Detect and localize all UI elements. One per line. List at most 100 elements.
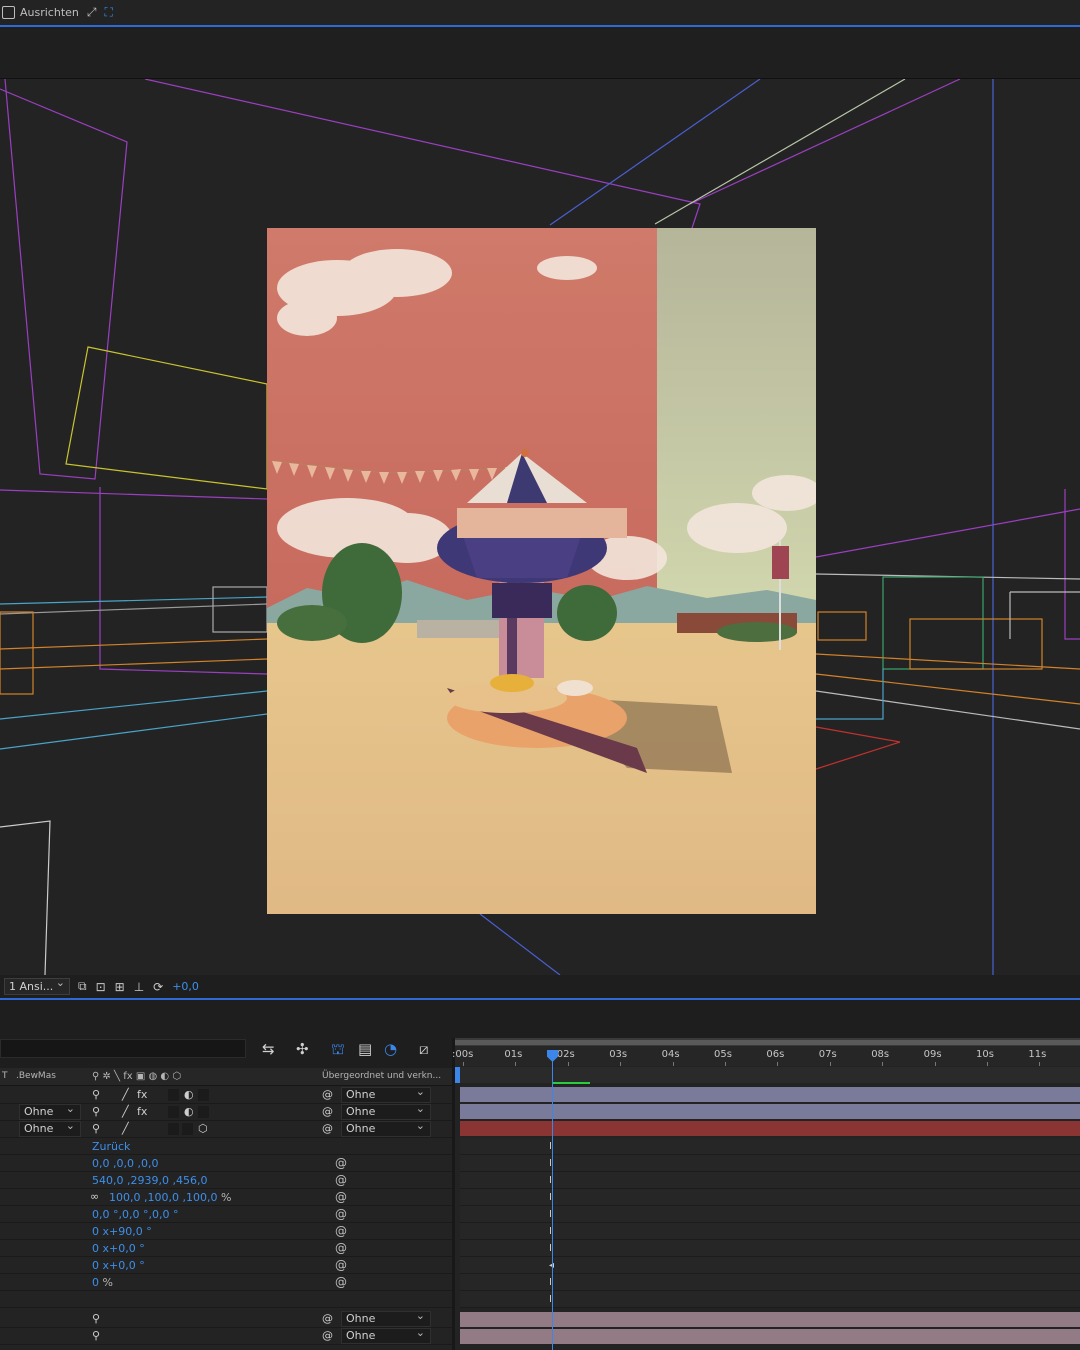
property-row[interactable]: 0 x+0,0 ° @ bbox=[0, 1240, 452, 1257]
exposure-value[interactable]: +0,0 bbox=[172, 980, 199, 993]
property-row[interactable]: Zurück bbox=[0, 1138, 452, 1155]
track-matte-select[interactable]: Ohne bbox=[19, 1119, 81, 1137]
shy-switch-icon[interactable]: ⚲ bbox=[92, 1105, 100, 1118]
parent-select[interactable]: Ohne bbox=[341, 1102, 431, 1120]
property-row[interactable]: 540,0 ,2939,0 ,456,0 @ bbox=[0, 1172, 452, 1189]
work-area-bar[interactable] bbox=[455, 1038, 1080, 1046]
ruler-tick-mark bbox=[725, 1062, 726, 1066]
grid-snap-icon[interactable]: ⛶ bbox=[105, 5, 113, 20]
property-value[interactable]: 540,0 ,2939,0 ,456,0 bbox=[92, 1174, 207, 1187]
adjustment-switch-icon[interactable]: ◐ bbox=[184, 1105, 194, 1118]
track-matte-select[interactable]: Ohne bbox=[19, 1102, 81, 1120]
current-time-indicator-line[interactable] bbox=[552, 1060, 553, 1350]
layer-search-input[interactable] bbox=[0, 1039, 246, 1058]
parent-select[interactable]: Ohne bbox=[341, 1326, 431, 1344]
align-label: Ausrichten bbox=[20, 6, 79, 19]
constrain-proportions-icon[interactable]: ∞ bbox=[90, 1190, 99, 1203]
align-checkbox[interactable] bbox=[2, 6, 15, 19]
switch-box[interactable] bbox=[168, 1089, 179, 1101]
layer-row-5[interactable]: ⚲ @ Ohne bbox=[0, 1326, 452, 1345]
fast-preview-icon[interactable]: ⊡ bbox=[96, 980, 106, 994]
reset-exposure-icon[interactable]: ⟳ bbox=[153, 980, 163, 994]
expression-pickwhip-icon[interactable]: @ bbox=[335, 1224, 347, 1238]
shy-switch-icon[interactable]: ⚲ bbox=[92, 1312, 100, 1325]
ruler-tick-label: 06s bbox=[766, 1049, 785, 1060]
layer-row-4[interactable]: ⚲ @ Ohne bbox=[0, 1309, 452, 1328]
layer-row-3[interactable]: Ohne ⚲ ╱ ⬡ @ Ohne bbox=[0, 1119, 452, 1138]
property-row[interactable]: 0 x+90,0 ° @ bbox=[0, 1223, 452, 1240]
property-value[interactable]: 0,0 °,0,0 °,0,0 ° bbox=[92, 1208, 178, 1221]
layer-bar-1[interactable] bbox=[460, 1087, 1080, 1102]
property-value[interactable]: 0 x+0,0 ° bbox=[92, 1259, 145, 1272]
frame-blending-icon[interactable]: ▤ bbox=[358, 1040, 372, 1058]
motion-blur-icon[interactable]: ◔ bbox=[384, 1040, 397, 1058]
pickwhip-icon[interactable]: @ bbox=[322, 1312, 333, 1325]
property-value[interactable]: 0,0 ,0,0 ,0,0 bbox=[92, 1157, 158, 1170]
expression-pickwhip-icon[interactable]: @ bbox=[335, 1241, 347, 1255]
property-row[interactable]: 0,0 ,0,0 ,0,0 @ bbox=[0, 1155, 452, 1172]
work-area-range[interactable] bbox=[455, 1040, 1080, 1045]
parent-select[interactable]: Ohne bbox=[341, 1309, 431, 1327]
composition-mini-flowchart-icon[interactable]: ⇆ bbox=[262, 1040, 275, 1058]
work-area-start-handle[interactable] bbox=[455, 1067, 460, 1083]
expression-pickwhip-icon[interactable]: @ bbox=[335, 1275, 347, 1289]
effects-switch-icon[interactable]: fx bbox=[137, 1088, 147, 1101]
switch-box[interactable] bbox=[168, 1106, 179, 1118]
layer-bar-5[interactable] bbox=[460, 1329, 1080, 1344]
shy-switch-icon[interactable]: ⚲ bbox=[92, 1329, 100, 1342]
carousel-scene-image bbox=[267, 228, 816, 914]
property-value[interactable]: 0 x+90,0 ° bbox=[92, 1225, 152, 1238]
property-row[interactable]: 0,0 °,0,0 °,0,0 ° @ bbox=[0, 1206, 452, 1223]
ruler-tick-label: 05s bbox=[714, 1049, 732, 1060]
snap-icon[interactable]: ⤢ bbox=[87, 5, 97, 20]
ruler-tick-label: 03s bbox=[609, 1049, 628, 1060]
parent-select[interactable]: Ohne bbox=[341, 1119, 431, 1137]
view-layout-select[interactable]: 1 Ansi... bbox=[4, 976, 70, 995]
expression-pickwhip-icon[interactable]: @ bbox=[335, 1190, 347, 1204]
expression-pickwhip-icon[interactable]: @ bbox=[335, 1258, 347, 1272]
quality-switch-icon[interactable]: ╱ bbox=[122, 1105, 129, 1118]
layer-bar-3[interactable] bbox=[460, 1121, 1080, 1136]
property-row[interactable]: ∞ 100,0 ,100,0 ,100,0 % @ bbox=[0, 1189, 452, 1206]
3d-layer-switch-icon[interactable]: ⬡ bbox=[198, 1122, 208, 1135]
shy-layers-icon[interactable]: ⛫ bbox=[331, 1040, 345, 1060]
quality-switch-icon[interactable]: ╱ bbox=[122, 1122, 129, 1135]
ruler-tick-label: 04s bbox=[661, 1049, 680, 1060]
effects-switch-icon[interactable]: fx bbox=[137, 1105, 147, 1118]
3d-view-icon[interactable]: ⊞ bbox=[115, 980, 125, 994]
switch-box[interactable] bbox=[198, 1089, 209, 1101]
expression-pickwhip-icon[interactable]: @ bbox=[335, 1173, 347, 1187]
parent-select[interactable]: Ohne bbox=[341, 1085, 431, 1103]
trkmat-column-header: T bbox=[2, 1071, 8, 1081]
quality-switch-icon[interactable]: ╱ bbox=[122, 1088, 129, 1101]
property-value[interactable]: 0 x+0,0 ° bbox=[92, 1242, 145, 1255]
property-value[interactable]: 100,0 ,100,0 ,100,0 % bbox=[109, 1191, 231, 1204]
property-value[interactable]: Zurück bbox=[92, 1140, 130, 1153]
property-row[interactable]: 0 % @ bbox=[0, 1274, 452, 1291]
view-options-icon[interactable]: ⧉ bbox=[78, 979, 87, 994]
expression-pickwhip-icon[interactable]: @ bbox=[335, 1156, 347, 1170]
adjustment-switch-icon[interactable]: ◐ bbox=[184, 1088, 194, 1101]
draft-3d-icon[interactable]: ✣ bbox=[296, 1040, 309, 1058]
property-value[interactable]: 0 % bbox=[92, 1276, 113, 1289]
shy-switch-icon[interactable]: ⚲ bbox=[92, 1122, 100, 1135]
graph-editor-icon[interactable]: ⧄ bbox=[419, 1040, 429, 1058]
switch-box[interactable] bbox=[168, 1123, 179, 1135]
pickwhip-icon[interactable]: @ bbox=[322, 1329, 333, 1342]
shy-switch-icon[interactable]: ⚲ bbox=[92, 1088, 100, 1101]
pickwhip-icon[interactable]: @ bbox=[322, 1088, 333, 1101]
expression-pickwhip-icon[interactable]: @ bbox=[335, 1207, 347, 1221]
switch-box[interactable] bbox=[198, 1106, 209, 1118]
composition-viewer[interactable] bbox=[0, 79, 1080, 975]
property-row-empty bbox=[0, 1291, 452, 1308]
composition-frame[interactable] bbox=[267, 228, 816, 914]
layer-bar-4[interactable] bbox=[460, 1312, 1080, 1327]
ruler-tick-mark bbox=[777, 1062, 779, 1066]
pickwhip-icon[interactable]: @ bbox=[322, 1122, 333, 1135]
layer-bar-2[interactable] bbox=[460, 1104, 1080, 1119]
property-row[interactable]: 0 x+0,0 ° @ bbox=[0, 1257, 452, 1274]
layout-icon[interactable]: ⊥ bbox=[134, 980, 144, 994]
ruler-tick-mark bbox=[567, 1062, 569, 1066]
pickwhip-icon[interactable]: @ bbox=[322, 1105, 333, 1118]
switch-box[interactable] bbox=[182, 1123, 193, 1135]
